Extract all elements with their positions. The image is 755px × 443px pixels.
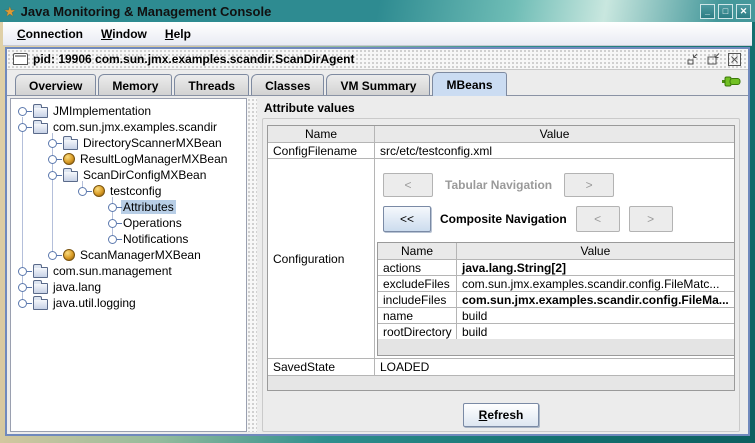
connection-frame: pid: 19906 com.sun.jmx.examples.scandir.…	[5, 47, 750, 436]
tree-item-operations[interactable]: Operations	[11, 215, 246, 231]
maximize-icon[interactable]: □	[718, 4, 733, 19]
folder-icon	[63, 171, 78, 182]
frame-close-icon[interactable]	[727, 52, 742, 67]
minimize-icon[interactable]: _	[700, 4, 715, 19]
tree-item-scandir-domain[interactable]: com.sun.jmx.examples.scandir	[11, 119, 246, 135]
tree-toggle-icon[interactable]	[15, 263, 31, 279]
inner-header-row: Name Value	[378, 243, 734, 259]
tree-item-java-util-logging[interactable]: java.util.logging	[11, 295, 246, 311]
table-header-row: Name Value	[268, 126, 734, 142]
table-row-savedstate[interactable]: SavedState LOADED	[268, 358, 734, 375]
table-row-configfilename[interactable]: ConfigFilename src/etc/testconfig.xml	[268, 142, 734, 158]
tree-item-jmimplementation[interactable]: JMImplementation	[11, 103, 246, 119]
tabular-next-button[interactable]: >	[564, 173, 614, 197]
mbean-tree: JMImplementation com.sun.jmx.examples.sc…	[11, 99, 246, 311]
tree-toggle-icon[interactable]	[45, 135, 61, 151]
inner-row-includefiles[interactable]: includeFiles com.sun.jmx.examples.scandi…	[378, 291, 734, 307]
mbeans-content: JMImplementation com.sun.jmx.examples.sc…	[7, 95, 748, 434]
tree-toggle-icon[interactable]	[105, 199, 121, 215]
inner-table-empty-area	[378, 339, 734, 355]
tab-bar: Overview Memory Threads Classes VM Summa…	[7, 70, 748, 95]
composite-navigation: << Composite Navigation < >	[383, 206, 737, 232]
tab-mbeans[interactable]: MBeans	[432, 72, 506, 96]
table-row-configuration[interactable]: Configuration < Tabular Navigation > << …	[268, 158, 734, 358]
menu-help[interactable]: Help	[157, 24, 199, 44]
inner-row-excludefiles[interactable]: excludeFiles com.sun.jmx.examples.scandi…	[378, 275, 734, 291]
folder-icon	[33, 123, 48, 134]
mbean-icon	[63, 153, 75, 165]
attribute-values-table: Name Value ConfigFilename src/etc/testco…	[267, 125, 735, 391]
app-icon: ★	[4, 5, 16, 18]
tab-overview[interactable]: Overview	[15, 74, 96, 95]
tab-memory[interactable]: Memory	[98, 74, 172, 95]
tree-toggle-icon[interactable]	[45, 167, 61, 183]
tree-item-directoryscanner[interactable]: DirectoryScannerMXBean	[11, 135, 246, 151]
composite-back-button[interactable]: <<	[383, 206, 431, 232]
close-icon[interactable]: ✕	[736, 4, 751, 19]
tab-classes[interactable]: Classes	[251, 74, 324, 95]
tree-toggle-icon[interactable]	[15, 119, 31, 135]
tree-item-com-sun-management[interactable]: com.sun.management	[11, 263, 246, 279]
split-pane-divider[interactable]	[247, 98, 257, 432]
frame-title: pid: 19906 com.sun.jmx.examples.scandir.…	[33, 52, 681, 66]
tree-toggle-icon[interactable]	[15, 103, 31, 119]
tree-item-testconfig[interactable]: testconfig	[11, 183, 246, 199]
tree-item-scandirconfig[interactable]: ScanDirConfigMXBean	[11, 167, 246, 183]
tree-item-notifications[interactable]: Notifications	[11, 231, 246, 247]
configuration-value-cell: < Tabular Navigation > << Composite Navi…	[375, 159, 737, 358]
tabular-navigation: < Tabular Navigation >	[383, 173, 737, 197]
folder-icon	[33, 267, 48, 278]
frame-minimize-icon[interactable]	[686, 52, 700, 66]
tree-toggle-icon[interactable]	[15, 279, 31, 295]
menu-window[interactable]: Window	[93, 24, 155, 44]
mbean-tree-panel: JMImplementation com.sun.jmx.examples.sc…	[10, 98, 247, 432]
window-titlebar[interactable]: ★ Java Monitoring & Management Console _…	[0, 0, 755, 22]
main-window: ★ Java Monitoring & Management Console _…	[0, 0, 755, 443]
folder-icon	[33, 299, 48, 310]
mbean-icon	[93, 185, 105, 197]
configuration-composite-table: Name Value actions java.lang.String[2] e…	[377, 242, 735, 356]
tree-toggle-icon[interactable]	[105, 231, 121, 247]
tree-toggle-icon[interactable]	[45, 247, 61, 263]
tree-toggle-icon[interactable]	[75, 183, 91, 199]
inner-row-actions[interactable]: actions java.lang.String[2]	[378, 259, 734, 275]
composite-prev-button[interactable]: <	[576, 206, 620, 232]
tree-toggle-icon[interactable]	[15, 295, 31, 311]
tree-item-scanmanager[interactable]: ScanManagerMXBean	[11, 247, 246, 263]
frame-titlebar[interactable]: pid: 19906 com.sun.jmx.examples.scandir.…	[7, 49, 748, 70]
tree-item-java-lang[interactable]: java.lang	[11, 279, 246, 295]
composite-next-button[interactable]: >	[629, 206, 673, 232]
tree-toggle-icon[interactable]	[105, 215, 121, 231]
attributes-panel: Attribute values Name Value ConfigFilena…	[257, 98, 745, 432]
refresh-button[interactable]: Refresh	[463, 403, 540, 427]
folder-icon	[33, 283, 48, 294]
attributes-titled-border: Name Value ConfigFilename src/etc/testco…	[262, 118, 740, 432]
tree-toggle-icon[interactable]	[45, 151, 61, 167]
tabular-prev-button[interactable]: <	[383, 173, 433, 197]
folder-icon	[63, 139, 78, 150]
header-value: Value	[375, 126, 734, 142]
folder-icon	[33, 107, 48, 118]
inner-row-name[interactable]: name build	[378, 307, 734, 323]
header-name: Name	[268, 126, 375, 142]
tab-vm-summary[interactable]: VM Summary	[326, 74, 430, 95]
menu-bar: Connection Window Help	[3, 22, 752, 46]
window-title: Java Monitoring & Management Console	[21, 4, 695, 19]
green-plug-icon	[721, 75, 742, 93]
mbean-icon	[63, 249, 75, 261]
tree-item-resultlogmanager[interactable]: ResultLogManagerMXBean	[11, 151, 246, 167]
tabular-navigation-label: Tabular Navigation	[445, 178, 552, 192]
tab-threads[interactable]: Threads	[174, 74, 249, 95]
frame-maximize-icon[interactable]	[706, 52, 721, 66]
attributes-panel-title: Attribute values	[262, 100, 740, 115]
table-empty-area	[268, 375, 734, 390]
tree-item-attributes[interactable]: Attributes	[11, 199, 246, 215]
frame-window-icon	[13, 53, 28, 65]
button-area: Refresh	[267, 403, 735, 427]
menu-connection[interactable]: Connection	[9, 24, 91, 44]
inner-row-rootdirectory[interactable]: rootDirectory build	[378, 323, 734, 339]
composite-navigation-label: Composite Navigation	[440, 212, 567, 226]
